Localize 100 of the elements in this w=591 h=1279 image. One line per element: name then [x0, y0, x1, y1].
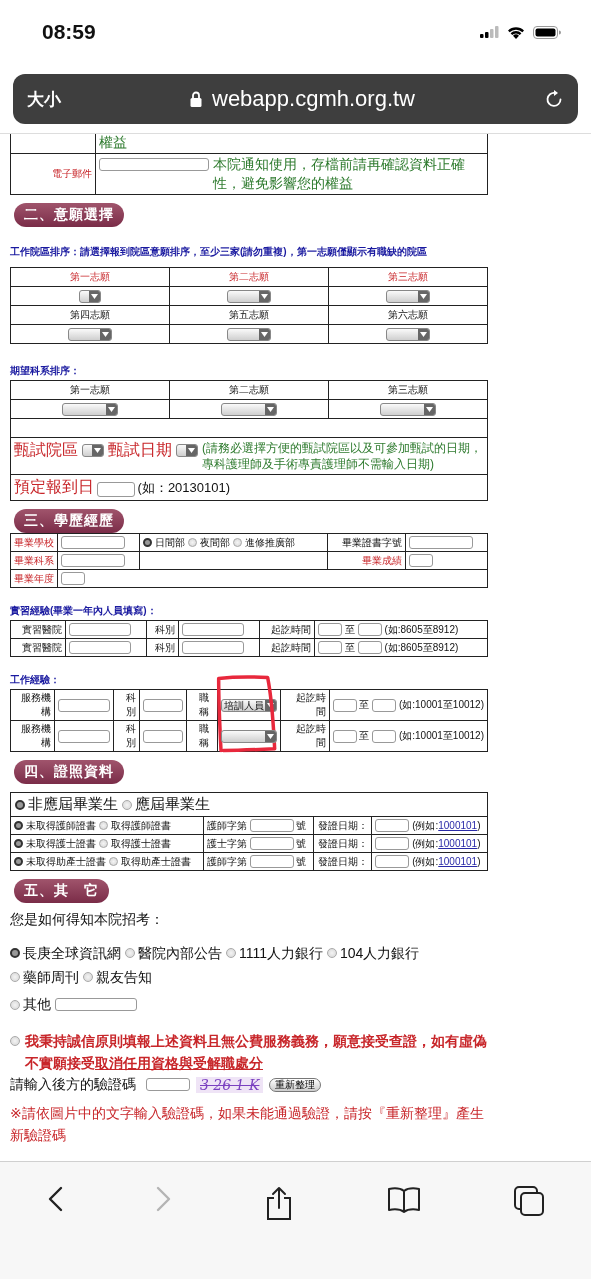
dropdown[interactable]	[62, 402, 118, 416]
back-icon[interactable]	[46, 1186, 63, 1212]
radio-button[interactable]	[15, 799, 25, 810]
radio-button[interactable]	[10, 971, 20, 982]
radio-button[interactable]	[10, 1035, 20, 1046]
hospital-field[interactable]	[69, 623, 132, 636]
hint-text: (請務必選擇方便的甄試院區以及可參加甄試的日期，專科護理師及手術專責護理師不需輸入日期)	[202, 440, 483, 472]
radio-button[interactable]	[99, 821, 108, 831]
radio-button[interactable]	[327, 948, 338, 959]
column-header: 第五志願	[229, 309, 269, 320]
reload-icon[interactable]	[544, 89, 564, 109]
organization-field[interactable]	[57, 698, 110, 712]
caret-icon	[261, 331, 268, 337]
date-field[interactable]	[375, 855, 410, 869]
license-number-field[interactable]	[249, 819, 294, 833]
certificate-field[interactable]	[408, 536, 473, 549]
end-field[interactable]	[372, 729, 397, 743]
end-field[interactable]	[357, 623, 382, 637]
radio-button[interactable]	[83, 971, 93, 982]
field-label: 發證日期：	[318, 837, 369, 849]
dropdown[interactable]	[221, 402, 277, 416]
radio-button[interactable]	[143, 538, 153, 548]
dropdown[interactable]	[68, 327, 112, 341]
radio-label: 未取得助產士證書	[26, 855, 106, 867]
department-field[interactable]	[142, 729, 183, 743]
hospital-field[interactable]	[69, 641, 132, 654]
caret-icon	[108, 406, 115, 412]
forward-icon[interactable]	[156, 1186, 173, 1212]
radio-button[interactable]	[226, 948, 236, 959]
grade-field[interactable]	[408, 554, 433, 567]
dropdown[interactable]	[82, 444, 104, 457]
pledge-text: 我秉持誠信原則填報上述資料且無公費服務義務，願意接受查證，如有虛偽不實願接受取消任用資格與受解職處分	[25, 1031, 488, 1073]
dropdown[interactable]	[227, 327, 271, 341]
organization-field[interactable]	[57, 729, 110, 743]
email-field[interactable]	[99, 158, 209, 171]
lock-icon	[190, 91, 202, 107]
example-hint: (例如:1000101)	[412, 837, 481, 849]
hint-text: 本院通知使用，存檔前請再確認資料正確性，避免影響您的權益	[213, 156, 466, 193]
column-header: 第三志願	[388, 271, 428, 282]
tabs-icon[interactable]	[514, 1186, 545, 1216]
radio-button[interactable]	[10, 948, 20, 959]
date-field[interactable]	[375, 837, 410, 851]
license-number-field[interactable]	[249, 837, 294, 851]
dropdown[interactable]	[220, 729, 277, 743]
radio-label: 1111人力銀行	[239, 945, 324, 962]
date-field[interactable]	[96, 481, 135, 497]
caret-icon	[261, 293, 268, 299]
department-field[interactable]	[142, 698, 183, 712]
start-field[interactable]	[332, 729, 357, 743]
radio-button[interactable]	[233, 538, 243, 548]
share-icon[interactable]	[265, 1186, 294, 1220]
radio-button[interactable]	[99, 839, 108, 849]
year-field[interactable]	[61, 572, 85, 585]
radio-button[interactable]	[10, 999, 20, 1010]
radio-button[interactable]	[188, 538, 198, 548]
department-field[interactable]	[181, 623, 244, 636]
field-label: 號	[296, 837, 307, 849]
column-header: 第一志願	[70, 271, 110, 282]
dropdown[interactable]	[176, 444, 198, 457]
start-field[interactable]	[318, 641, 343, 655]
captcha-field[interactable]	[146, 1078, 190, 1092]
field-label: 號	[296, 855, 307, 867]
radio-button[interactable]	[125, 948, 135, 959]
hint-text: 權益	[99, 135, 127, 150]
column-header: 第二志願	[229, 384, 269, 395]
department-field[interactable]	[181, 641, 244, 654]
dropdown[interactable]	[380, 402, 436, 416]
dropdown[interactable]	[79, 289, 101, 303]
radio-button[interactable]	[109, 857, 118, 867]
radio-button[interactable]	[14, 839, 23, 849]
dropdown[interactable]	[227, 289, 271, 303]
example-hint: (例如:1000101)	[412, 819, 481, 831]
field-label: 畢業科系	[14, 554, 54, 566]
dropdown[interactable]	[386, 289, 430, 303]
major-field[interactable]	[61, 554, 125, 567]
column-header: 第六志願	[388, 309, 428, 320]
radio-label: 夜間部	[200, 536, 231, 548]
radio-label: 日間部	[155, 536, 186, 548]
refresh-button[interactable]: 重新整理	[269, 1077, 322, 1092]
text-size-button[interactable]: 大小	[27, 87, 61, 111]
radio-button[interactable]	[14, 857, 23, 867]
address-bar[interactable]: 大小 webapp.cgmh.org.tw	[13, 74, 578, 124]
radio-button[interactable]	[14, 821, 23, 831]
field-label: 至	[344, 623, 355, 635]
school-field[interactable]	[61, 536, 125, 549]
start-field[interactable]	[332, 698, 357, 712]
other-field[interactable]	[55, 998, 137, 1012]
field-label: 職稱	[198, 723, 209, 748]
signal-icon	[480, 26, 499, 38]
license-number-field[interactable]	[249, 855, 294, 869]
field-label: 起訖時間	[271, 641, 312, 653]
end-field[interactable]	[357, 641, 382, 655]
date-field[interactable]	[375, 819, 410, 833]
end-field[interactable]	[372, 698, 397, 712]
book-icon[interactable]	[386, 1186, 421, 1214]
dropdown[interactable]	[386, 327, 430, 341]
field-label: 至	[359, 699, 370, 710]
radio-button[interactable]	[122, 799, 132, 810]
field-label: 服務機構	[20, 692, 51, 717]
start-field[interactable]	[318, 623, 343, 637]
